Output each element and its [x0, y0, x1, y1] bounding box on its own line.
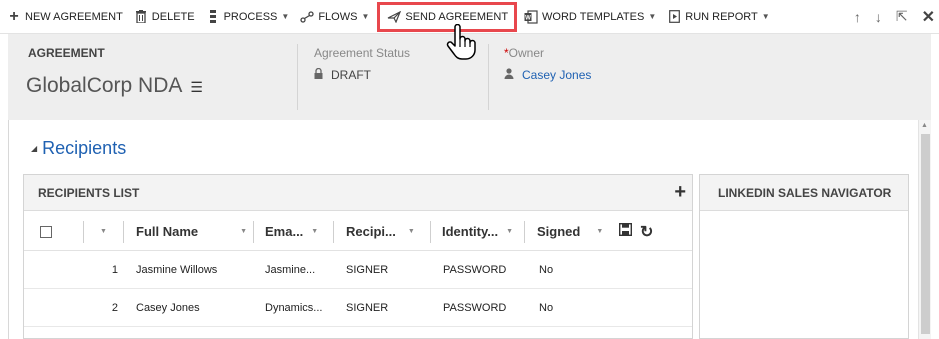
- send-agreement-label: SEND AGREEMENT: [405, 10, 509, 23]
- flows-icon: [299, 9, 315, 25]
- column-header-row-number[interactable]: ▼: [84, 220, 124, 243]
- row-number: 2: [111, 302, 118, 314]
- lock-icon: [314, 67, 323, 82]
- collapse-triangle-icon[interactable]: ◢: [31, 144, 37, 153]
- arrow-down-icon[interactable]: ↓: [875, 9, 882, 25]
- column-header-label: Ema...: [265, 224, 304, 239]
- word-templates-button[interactable]: W WORD TEMPLATES ▼: [521, 5, 664, 29]
- subgrid-title: RECIPIENTS LIST: [38, 185, 140, 200]
- column-header-identity[interactable]: Identity... ▼: [431, 220, 525, 243]
- status-field: Agreement Status DRAFT: [314, 46, 410, 82]
- chevron-down-icon: ▼: [100, 228, 107, 235]
- plus-icon: +: [9, 7, 19, 25]
- cell-recipient: SIGNER: [346, 264, 389, 276]
- run-report-button[interactable]: RUN REPORT ▼: [664, 5, 777, 29]
- process-icon: [205, 9, 221, 25]
- hand-cursor-icon: [446, 23, 476, 60]
- status-value: DRAFT: [331, 68, 371, 82]
- cell-identity: PASSWORD: [443, 264, 507, 276]
- owner-label: *Owner: [504, 46, 591, 60]
- report-icon: [666, 9, 682, 25]
- flows-button[interactable]: FLOWS ▼: [297, 5, 377, 29]
- save-icon[interactable]: [618, 222, 633, 240]
- owner-field: *Owner Casey Jones: [504, 46, 591, 82]
- form-body: ◢ Recipients RECIPIENTS LIST + ▼ Full Na…: [8, 120, 931, 339]
- cell-recipient: SIGNER: [346, 302, 389, 314]
- close-icon[interactable]: ✕: [922, 7, 935, 27]
- cell-email: Jasmine...: [265, 264, 316, 276]
- select-all-header: [24, 220, 84, 243]
- section-title: Recipients: [42, 138, 127, 158]
- linkedin-panel: LINKEDIN SALES NAVIGATOR: [699, 174, 909, 339]
- column-header-label: Identity...: [442, 224, 499, 239]
- form-selector-icon[interactable]: ☰: [190, 79, 203, 95]
- process-button[interactable]: PROCESS ▼: [203, 5, 298, 29]
- chevron-down-icon: ▼: [240, 228, 247, 235]
- select-all-checkbox[interactable]: [40, 225, 52, 238]
- linkedin-title: LINKEDIN SALES NAVIGATOR: [718, 185, 892, 200]
- chevron-down-icon: ▼: [506, 228, 514, 235]
- scrollbar-thumb[interactable]: [921, 134, 930, 334]
- chevron-down-icon: ▼: [361, 12, 370, 21]
- column-header-recipient[interactable]: Recipi... ▼: [334, 220, 431, 243]
- column-header-email[interactable]: Ema... ▼: [254, 220, 334, 243]
- recipients-subgrid: RECIPIENTS LIST + ▼ Full Name ▼ Ema... ▼…: [23, 174, 693, 339]
- flows-label: FLOWS: [318, 10, 358, 23]
- status-label: Agreement Status: [314, 46, 411, 60]
- owner-link[interactable]: Casey Jones: [522, 68, 591, 82]
- chevron-down-icon: ▼: [648, 12, 657, 21]
- new-agreement-button[interactable]: + NEW AGREEMENT: [4, 5, 131, 29]
- table-row[interactable]: 1 Jasmine Willows Jasmine... SIGNER PASS…: [24, 252, 692, 289]
- process-label: PROCESS: [223, 10, 278, 23]
- cell-signed: No: [539, 302, 554, 314]
- popout-icon[interactable]: ⇱: [896, 8, 908, 25]
- record-nav: ↑ ↓ ⇱ ✕: [854, 7, 939, 27]
- add-record-icon[interactable]: +: [674, 181, 686, 204]
- header-divider: [488, 44, 489, 110]
- subgrid-header: RECIPIENTS LIST +: [24, 175, 692, 211]
- recipients-section-header[interactable]: ◢ Recipients: [31, 138, 126, 159]
- row-number: 1: [111, 264, 118, 276]
- send-icon: [386, 9, 402, 25]
- run-report-label: RUN REPORT: [685, 10, 758, 23]
- grid-column-headers: ▼ Full Name ▼ Ema... ▼ Recipi... ▼ Ident…: [24, 213, 692, 251]
- scroll-up-icon[interactable]: ▲: [921, 122, 928, 129]
- chevron-down-icon: ▼: [596, 228, 604, 235]
- cell-email: Dynamics...: [265, 302, 323, 314]
- cell-identity: PASSWORD: [443, 302, 507, 314]
- chevron-down-icon: ▼: [281, 12, 290, 21]
- header-divider: [297, 44, 298, 110]
- user-icon: [504, 68, 514, 82]
- delete-button[interactable]: DELETE: [131, 5, 203, 29]
- table-row[interactable]: 2 Casey Jones Dynamics... SIGNER PASSWOR…: [24, 290, 692, 327]
- record-title: GlobalCorp NDA ☰: [26, 74, 203, 98]
- column-header-full-name[interactable]: Full Name ▼: [124, 220, 254, 243]
- column-header-signed[interactable]: Signed ▼: [525, 221, 615, 243]
- word-templates-label: WORD TEMPLATES: [542, 10, 645, 23]
- chevron-down-icon: ▼: [761, 12, 770, 21]
- chevron-down-icon: ▼: [311, 228, 319, 235]
- word-icon: W: [523, 9, 539, 25]
- entity-type-label: AGREEMENT: [28, 46, 105, 60]
- column-header-label: Signed: [537, 224, 581, 239]
- cell-signed: No: [539, 264, 554, 276]
- column-header-label: Recipi...: [346, 224, 396, 239]
- status-value-row: DRAFT: [314, 67, 410, 82]
- cell-full-name[interactable]: Casey Jones: [118, 302, 254, 314]
- record-name-text: GlobalCorp NDA: [26, 74, 183, 97]
- chevron-down-icon: ▼: [407, 228, 415, 235]
- arrow-up-icon[interactable]: ↑: [854, 9, 861, 25]
- delete-label: DELETE: [151, 10, 195, 23]
- refresh-icon[interactable]: ↻: [640, 222, 653, 242]
- vertical-scrollbar[interactable]: ▲: [918, 120, 931, 339]
- linkedin-header: LINKEDIN SALES NAVIGATOR: [700, 175, 908, 211]
- new-agreement-label: NEW AGREEMENT: [25, 10, 123, 23]
- column-header-label: Full Name: [136, 224, 199, 239]
- svg-text:W: W: [525, 15, 531, 21]
- owner-value-row[interactable]: Casey Jones: [504, 68, 591, 82]
- cell-full-name[interactable]: Jasmine Willows: [118, 264, 254, 276]
- owner-label-text: Owner: [508, 46, 545, 60]
- trash-icon: [133, 9, 149, 25]
